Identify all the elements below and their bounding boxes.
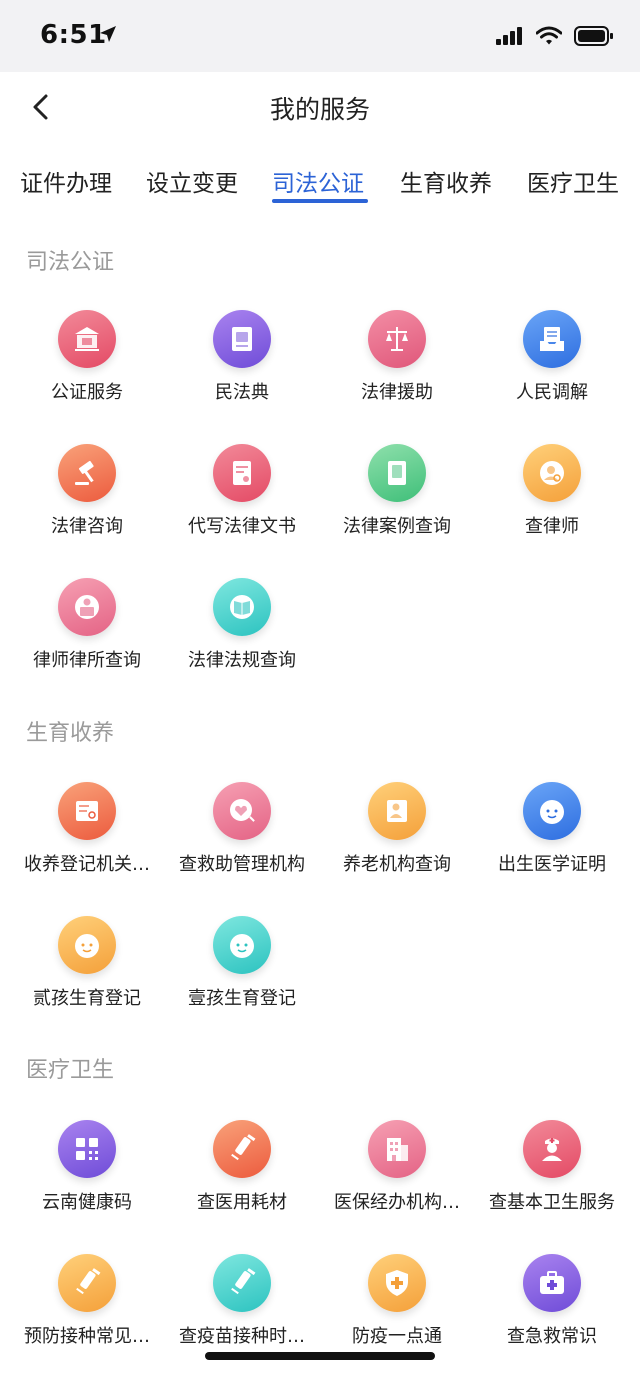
adoption-card-icon	[58, 782, 116, 840]
baby-face-icon	[523, 782, 581, 840]
service-label: 养老机构查询	[343, 854, 451, 875]
section-title-judicial: 司法公证	[26, 250, 115, 275]
service-label: 查律师	[525, 516, 579, 537]
open-book-icon	[213, 578, 271, 636]
service-label: 云南健康码	[42, 1192, 132, 1213]
lawyer-search-icon	[523, 444, 581, 502]
service-label: 收养登记机关…	[24, 854, 150, 875]
service-label: 壹孩生育登记	[188, 988, 296, 1009]
service-item[interactable]: 防疫一点通	[320, 1254, 474, 1364]
service-item[interactable]: 法律援助	[320, 310, 474, 420]
category-tabs: 证件办理 设立变更 司法公证 生育收养 医疗卫生	[0, 150, 640, 210]
gavel-icon	[58, 444, 116, 502]
document-tray-icon	[523, 310, 581, 368]
service-item[interactable]: 查疫苗接种时…	[165, 1254, 319, 1364]
service-item[interactable]: 民法典	[165, 310, 319, 420]
service-item[interactable]: 查急救常识	[475, 1254, 629, 1364]
first-aid-kit-icon	[523, 1254, 581, 1312]
service-label: 出生医学证明	[498, 854, 606, 875]
hospital-building-icon	[368, 1120, 426, 1178]
navigation-bar: 我的服务	[0, 72, 640, 142]
service-item[interactable]: 代写法律文书	[165, 444, 319, 554]
service-item[interactable]: 查医用耗材	[165, 1120, 319, 1230]
service-item[interactable]: 查救助管理机构	[165, 782, 319, 892]
wifi-icon	[536, 26, 562, 45]
home-indicator[interactable]	[205, 1352, 435, 1360]
document-icon	[213, 444, 271, 502]
courthouse-icon	[58, 310, 116, 368]
law-firm-icon	[58, 578, 116, 636]
service-item[interactable]: 预防接种常见…	[10, 1254, 164, 1364]
status-bar: 6:51	[0, 0, 640, 72]
service-label: 代写法律文书	[188, 516, 296, 537]
qr-code-icon	[58, 1120, 116, 1178]
service-label: 法律援助	[361, 382, 433, 403]
location-arrow-icon	[100, 26, 116, 42]
cellular-signal-icon	[496, 27, 522, 45]
service-label: 律师律所查询	[33, 650, 141, 671]
syringe-icon	[58, 1254, 116, 1312]
service-item[interactable]: 收养登记机关…	[10, 782, 164, 892]
tab-medical-health[interactable]: 医疗卫生	[527, 164, 619, 198]
service-item[interactable]: 律师律所查询	[10, 578, 164, 688]
syringe-icon	[213, 1120, 271, 1178]
scales-icon	[368, 310, 426, 368]
service-item[interactable]: 医保经办机构…	[320, 1120, 474, 1230]
section-title-medical: 医疗卫生	[26, 1058, 115, 1083]
service-item[interactable]: 查律师	[475, 444, 629, 554]
service-label: 预防接种常见…	[24, 1326, 150, 1347]
service-label: 民法典	[215, 382, 269, 403]
battery-icon	[574, 26, 613, 46]
service-item[interactable]: 人民调解	[475, 310, 629, 420]
nurse-icon	[523, 1120, 581, 1178]
tab-establish-change[interactable]: 设立变更	[146, 164, 238, 198]
case-book-icon	[368, 444, 426, 502]
syringe-icon	[213, 1254, 271, 1312]
service-label: 查基本卫生服务	[489, 1192, 615, 1213]
service-label: 公证服务	[51, 382, 123, 403]
service-item[interactable]: 查基本卫生服务	[475, 1120, 629, 1230]
shield-cross-icon	[368, 1254, 426, 1312]
law-book-icon	[213, 310, 271, 368]
baby-face-icon	[213, 916, 271, 974]
service-label: 查医用耗材	[197, 1192, 287, 1213]
service-label: 查救助管理机构	[179, 854, 305, 875]
service-item[interactable]: 法律法规查询	[165, 578, 319, 688]
service-label: 查急救常识	[507, 1326, 597, 1347]
elder-search-icon	[368, 782, 426, 840]
service-label: 法律咨询	[51, 516, 123, 537]
service-item[interactable]: 养老机构查询	[320, 782, 474, 892]
service-item[interactable]: 壹孩生育登记	[165, 916, 319, 1026]
tab-certificates[interactable]: 证件办理	[20, 164, 112, 198]
tab-judicial-notary[interactable]: 司法公证	[272, 164, 364, 198]
service-label: 法律法规查询	[188, 650, 296, 671]
service-label: 防疫一点通	[352, 1326, 442, 1347]
heart-search-icon	[213, 782, 271, 840]
service-item[interactable]: 贰孩生育登记	[10, 916, 164, 1026]
tab-birth-adoption[interactable]: 生育收养	[400, 164, 492, 198]
status-time: 6:51	[40, 20, 107, 50]
service-item[interactable]: 法律咨询	[10, 444, 164, 554]
baby-face-icon	[58, 916, 116, 974]
section-title-birth-adoption: 生育收养	[26, 721, 115, 746]
service-label: 人民调解	[516, 382, 588, 403]
service-label: 贰孩生育登记	[33, 988, 141, 1009]
page-title: 我的服务	[269, 95, 370, 124]
service-item[interactable]: 出生医学证明	[475, 782, 629, 892]
service-item[interactable]: 公证服务	[10, 310, 164, 420]
service-item[interactable]: 法律案例查询	[320, 444, 474, 554]
active-tab-indicator	[272, 199, 368, 203]
service-item[interactable]: 云南健康码	[10, 1120, 164, 1230]
service-label: 查疫苗接种时…	[179, 1326, 305, 1347]
service-label: 医保经办机构…	[334, 1192, 460, 1213]
service-label: 法律案例查询	[343, 516, 451, 537]
